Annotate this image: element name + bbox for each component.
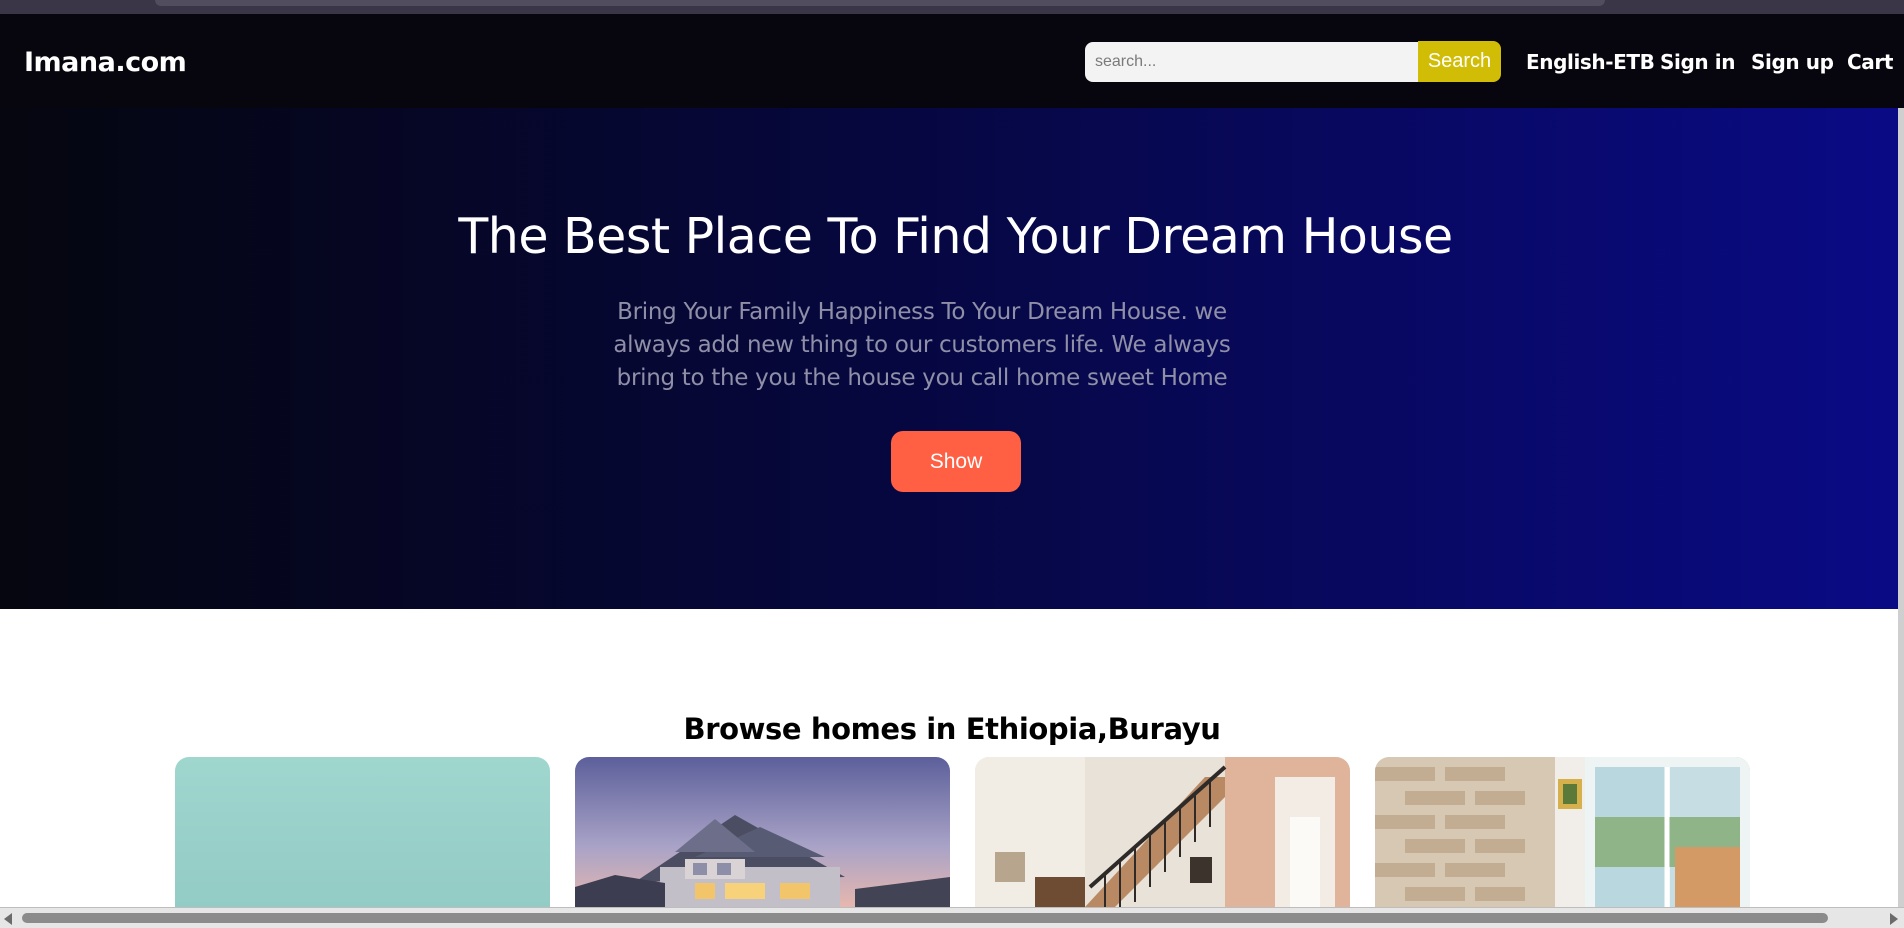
scroll-left-icon[interactable]: [4, 913, 12, 925]
brand-logo[interactable]: Imana.com: [24, 47, 187, 78]
sign-in-link[interactable]: Sign in: [1660, 50, 1735, 74]
home-card-1[interactable]: [175, 757, 550, 907]
navbar: Imana.com Search English-ETB Sign in Sig…: [0, 14, 1904, 108]
scroll-right-icon[interactable]: [1890, 913, 1898, 925]
home-card-3-image: [975, 757, 1350, 907]
hero-section: The Best Place To Find Your Dream House …: [0, 108, 1904, 609]
home-card-2[interactable]: [575, 757, 950, 907]
home-card-2-image: [575, 757, 950, 907]
horizontal-scrollbar[interactable]: [0, 907, 1904, 928]
home-card-4[interactable]: [1375, 757, 1750, 907]
vertical-scrollbar[interactable]: [1898, 108, 1904, 908]
show-button[interactable]: Show: [891, 431, 1021, 492]
browse-homes-title: Browse homes in Ethiopia,Burayu: [683, 712, 1221, 746]
search-button[interactable]: Search: [1418, 41, 1501, 82]
home-card-4-image: [1375, 757, 1750, 907]
hero-title: The Best Place To Find Your Dream House: [458, 208, 1453, 265]
sign-up-link[interactable]: Sign up: [1751, 50, 1834, 74]
browser-top-strip: [0, 0, 1904, 14]
language-currency-link[interactable]: English-ETB: [1526, 50, 1655, 74]
home-card-1-image: [175, 757, 550, 907]
browser-tab-edge: [155, 0, 1605, 6]
home-card-3[interactable]: [975, 757, 1350, 907]
hero-description: Bring Your Family Happiness To Your Drea…: [613, 299, 1231, 391]
cart-link[interactable]: Cart: [1847, 50, 1893, 74]
scrollbar-thumb[interactable]: [22, 913, 1828, 923]
search-input[interactable]: [1085, 42, 1419, 82]
